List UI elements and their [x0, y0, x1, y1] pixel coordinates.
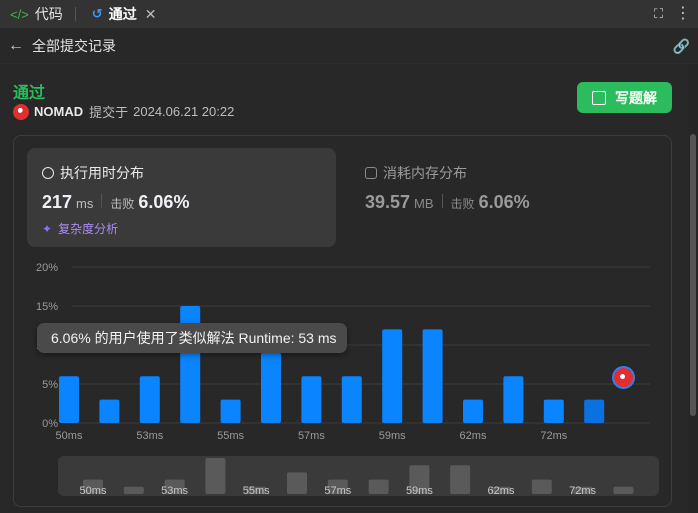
scroll-thumb[interactable]: [690, 134, 696, 416]
nav-bar: ← 全部提交记录 🔗: [0, 28, 698, 64]
runtime-value: 217: [42, 192, 73, 212]
x-tick-label: 55ms: [217, 430, 244, 442]
clock-icon: [42, 167, 54, 179]
x-tick-label: 62ms: [460, 430, 487, 442]
x-tick-label: 50ms: [56, 430, 83, 442]
edit-icon: [592, 90, 606, 105]
overview-tick-label: 72ms: [569, 485, 596, 496]
tab-divider: [74, 7, 76, 21]
code-icon: </>: [10, 6, 29, 22]
tab-label: 通过: [108, 6, 137, 22]
overview-tick-label: 62ms: [488, 485, 515, 496]
chart-bar[interactable]: [503, 376, 524, 423]
chart-bar[interactable]: [99, 399, 120, 423]
overview-tick-label: 50ms: [80, 485, 107, 496]
chart-bar[interactable]: [341, 376, 362, 423]
submitted-time: 2024.06.21 20:22: [133, 104, 235, 119]
overview-bar: [205, 458, 226, 494]
overview-bar: [368, 479, 389, 494]
runtime-label: 执行用时分布: [42, 163, 144, 183]
link-icon[interactable]: 🔗: [673, 38, 690, 55]
overview-bar: [287, 472, 307, 494]
scrollbar[interactable]: [688, 64, 698, 513]
chart-bar[interactable]: [59, 376, 79, 423]
overview-tick-label: 59ms: [406, 485, 433, 496]
tab-bar: </> 代码 ↺ 通过 ✕ ⛶ ⋮: [0, 0, 698, 28]
divider: [101, 194, 103, 208]
chart-overview-slider[interactable]: 50ms 53ms 55ms 57ms 59ms 62ms 72ms: [58, 456, 659, 496]
memory-label-text: 消耗内存分布: [383, 165, 467, 181]
memory-unit: MB: [414, 196, 434, 211]
memory-beat: 6.06%: [478, 192, 530, 212]
chart-bar[interactable]: [220, 399, 241, 423]
tab-code[interactable]: </> 代码: [0, 0, 69, 28]
avatar[interactable]: [13, 103, 29, 120]
tab-label: 代码: [34, 6, 63, 22]
overview-bar: [123, 486, 144, 494]
chart-bar[interactable]: [261, 352, 281, 423]
divider: [441, 194, 443, 208]
submitted-prefix: 提交于: [89, 105, 129, 120]
chart-bar[interactable]: [139, 376, 160, 423]
y-tick-label: 15%: [36, 301, 58, 313]
overview-tick-label: 53ms: [161, 485, 188, 496]
overview-minimap: 50ms 53ms 55ms 57ms 59ms 62ms 72ms: [80, 458, 634, 496]
chart-bar[interactable]: [463, 399, 483, 423]
username[interactable]: NOMAD: [34, 104, 83, 119]
runtime-beat: 6.06%: [138, 192, 190, 212]
overview-tick-label: 57ms: [324, 485, 351, 496]
overview-bar: [531, 479, 552, 494]
expand-icon[interactable]: ⛶: [654, 6, 668, 21]
chart-bar[interactable]: [422, 329, 443, 423]
chart-bar[interactable]: [382, 329, 403, 423]
sparkle-icon: ✦: [42, 221, 53, 236]
chart-tooltip: 6.06% 的用户使用了类似解法 Runtime: 53 ms: [37, 323, 347, 353]
memory-value: 39.57: [365, 192, 411, 212]
complexity-analysis-link[interactable]: ✦ 复杂度分析: [42, 220, 118, 237]
memory-beat-label: 击败: [450, 197, 475, 211]
nav-title: 全部提交记录: [32, 37, 116, 54]
overview-bar: [613, 486, 634, 494]
x-tick-label: 72ms: [540, 430, 567, 442]
runtime-label-text: 执行用时分布: [60, 165, 144, 181]
avatar: [612, 366, 635, 389]
y-tick-label: 20%: [36, 262, 58, 274]
tab-accepted[interactable]: ↺ 通过 ✕: [82, 0, 163, 28]
history-icon: ↺: [91, 6, 103, 21]
write-solution-label: 写题解: [615, 89, 657, 106]
runtime-metric: 217 ms 击败 6.06%: [42, 192, 189, 213]
write-solution-button[interactable]: 写题解: [577, 82, 672, 113]
runtime-unit: ms: [76, 196, 94, 211]
submission-meta: NOMAD 提交于 2024.06.21 20:22: [13, 102, 234, 121]
x-tick-label: 57ms: [298, 430, 325, 442]
complexity-analysis-label: 复杂度分析: [58, 222, 119, 236]
runtime-beat-label: 击败: [110, 197, 135, 211]
submission-status: 通过: [13, 85, 46, 102]
chart-bar[interactable]: [543, 399, 564, 423]
y-tick-label: 0%: [42, 418, 58, 430]
memory-card[interactable]: 消耗内存分布: [365, 163, 467, 183]
overview-bar: [450, 465, 471, 494]
x-tick-label: 59ms: [379, 430, 406, 442]
close-icon[interactable]: ✕: [145, 6, 157, 23]
chart-bar[interactable]: [301, 376, 322, 423]
memory-metric: 39.57 MB 击败 6.06%: [365, 192, 530, 213]
more-icon[interactable]: ⋮: [675, 3, 691, 23]
overview-tick-label: 55ms: [243, 485, 270, 496]
arrow-left-icon[interactable]: ←: [8, 37, 24, 55]
y-tick-label: 5%: [42, 379, 58, 391]
x-tick-label: 53ms: [136, 430, 163, 442]
chart-bar[interactable]: [584, 399, 605, 423]
chip-icon: [365, 167, 377, 179]
